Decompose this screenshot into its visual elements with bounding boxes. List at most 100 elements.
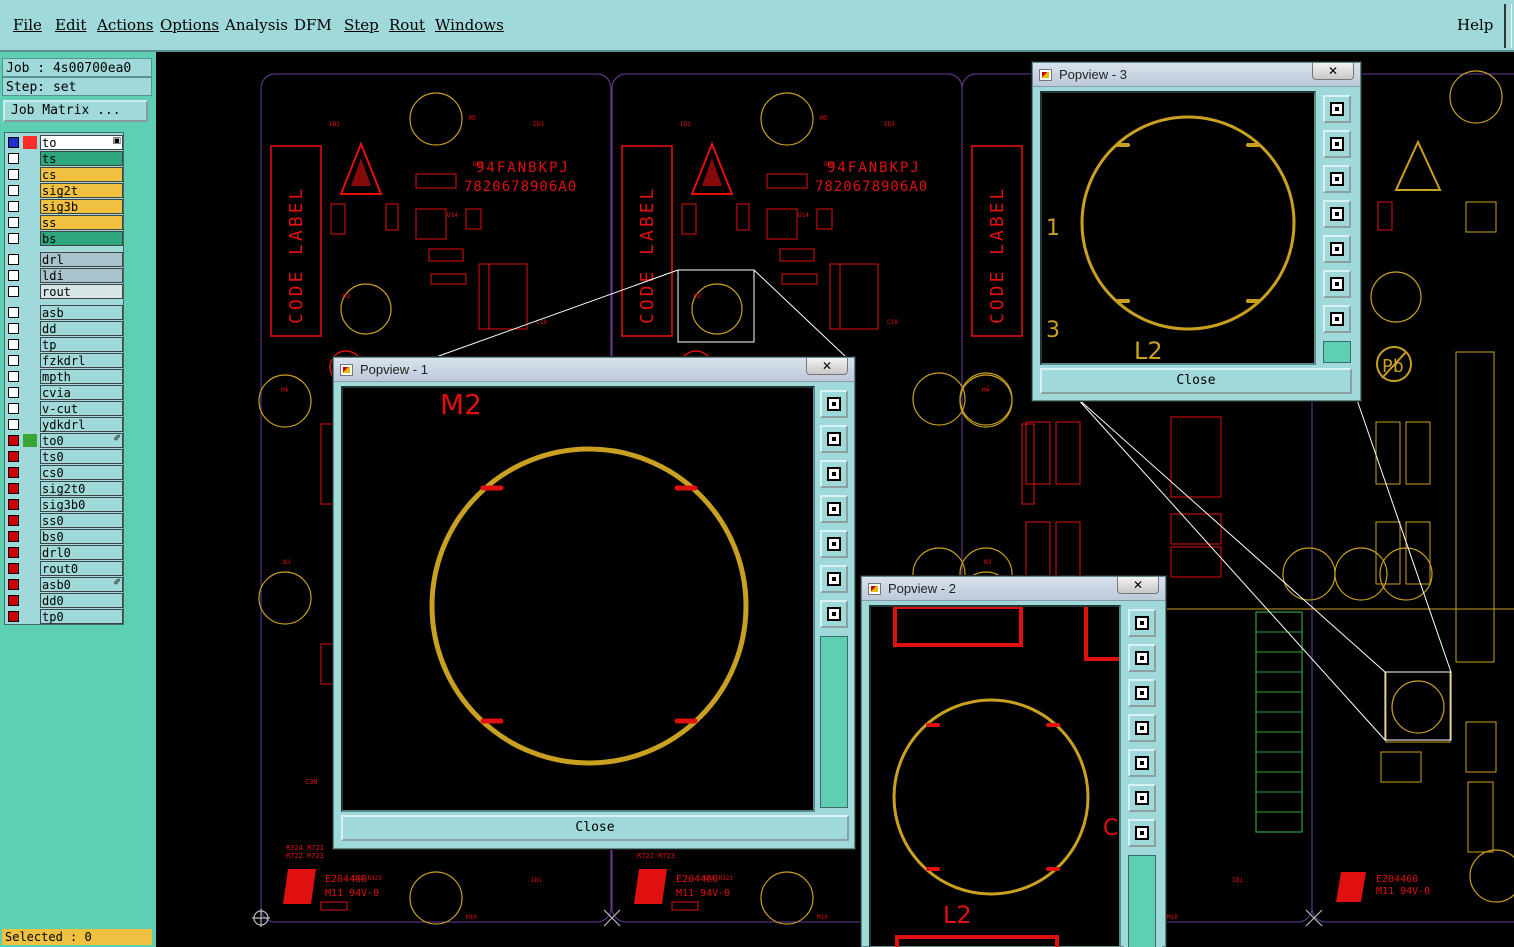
popview-1-close-button[interactable]: Close: [341, 815, 849, 841]
menu-options[interactable]: Options: [160, 16, 219, 34]
layer-row[interactable]: dd: [5, 321, 123, 336]
layer-name[interactable]: bs: [40, 231, 123, 246]
layer-visibility-checkbox[interactable]: [8, 563, 19, 574]
layer-name[interactable]: fzkdrl: [40, 353, 123, 368]
layer-row[interactable]: drl0: [5, 545, 123, 560]
layer-row[interactable]: ydkdrl: [5, 417, 123, 432]
popview-1-window[interactable]: Popview - 1 ✕ M2 Close: [333, 357, 855, 849]
layer-visibility-checkbox[interactable]: [8, 169, 19, 180]
layer-name[interactable]: tp: [40, 337, 123, 352]
menu-help[interactable]: Help: [1457, 16, 1493, 34]
layer-name[interactable]: rout0: [40, 561, 123, 576]
layer-name[interactable]: cs: [40, 167, 123, 182]
layer-name[interactable]: asb: [40, 305, 123, 320]
layer-visibility-checkbox[interactable]: [8, 201, 19, 212]
popview-1-view[interactable]: M2: [341, 386, 815, 812]
layer-row[interactable]: sig2t: [5, 183, 123, 198]
close-icon[interactable]: ✕: [1117, 577, 1159, 594]
layer-visibility-checkbox[interactable]: [8, 371, 19, 382]
layer-name[interactable]: ldi: [40, 268, 123, 283]
layer-row[interactable]: dd0: [5, 593, 123, 608]
zoom-out-button[interactable]: [1323, 305, 1351, 333]
layer-name[interactable]: sig2t: [40, 183, 123, 198]
layer-row[interactable]: to ▣: [5, 135, 123, 150]
layer-row[interactable]: sig3b: [5, 199, 123, 214]
layer-name[interactable]: drl: [40, 252, 123, 267]
layer-name[interactable]: ss0: [40, 513, 123, 528]
pan-down-button[interactable]: [1128, 679, 1156, 707]
pan-up-button[interactable]: [820, 425, 848, 453]
layer-visibility-checkbox[interactable]: [8, 531, 19, 542]
layer-name[interactable]: to: [40, 135, 123, 150]
pan-up-button[interactable]: [1323, 130, 1351, 158]
layer-visibility-checkbox[interactable]: [8, 185, 19, 196]
layer-visibility-checkbox[interactable]: [8, 217, 19, 228]
layer-row[interactable]: bs: [5, 231, 123, 246]
layer-visibility-checkbox[interactable]: [8, 515, 19, 526]
layer-visibility-checkbox[interactable]: [8, 499, 19, 510]
layer-name[interactable]: drl0: [40, 545, 123, 560]
menu-edit[interactable]: Edit: [55, 16, 86, 34]
popview-3-titlebar[interactable]: Popview - 3 ✕: [1033, 63, 1360, 87]
popview-1-titlebar[interactable]: Popview - 1 ✕: [334, 358, 854, 382]
layer-visibility-checkbox[interactable]: [8, 339, 19, 350]
layer-name[interactable]: cvia: [40, 385, 123, 400]
layer-row[interactable]: ts0: [5, 449, 123, 464]
layer-visibility-checkbox[interactable]: [8, 579, 19, 590]
zoom-home-button[interactable]: [1323, 95, 1351, 123]
layer-row[interactable]: v-cut: [5, 401, 123, 416]
zoom-home-button[interactable]: [1128, 609, 1156, 637]
layer-row[interactable]: cs0: [5, 465, 123, 480]
layer-visibility-checkbox[interactable]: [8, 233, 19, 244]
menu-dfm[interactable]: DFM: [294, 16, 332, 34]
layer-name[interactable]: cs0: [40, 465, 123, 480]
layer-name[interactable]: tp0: [40, 609, 123, 624]
layer-name[interactable]: dd0: [40, 593, 123, 608]
layer-name[interactable]: ydkdrl: [40, 417, 123, 432]
menu-analysis[interactable]: Analysis: [225, 16, 288, 34]
layer-name[interactable]: sig3b0: [40, 497, 123, 512]
pan-right-button[interactable]: [1128, 749, 1156, 777]
layer-row[interactable]: tp0: [5, 609, 123, 624]
pan-down-button[interactable]: [1323, 165, 1351, 193]
layer-row[interactable]: ss0: [5, 513, 123, 528]
zoom-out-button[interactable]: [1128, 819, 1156, 847]
layer-row[interactable]: ss: [5, 215, 123, 230]
layer-row[interactable]: ldi: [5, 268, 123, 283]
layer-visibility-checkbox[interactable]: [8, 153, 19, 164]
pan-right-button[interactable]: [1323, 235, 1351, 263]
layer-visibility-checkbox[interactable]: [8, 387, 19, 398]
zoom-home-button[interactable]: [820, 390, 848, 418]
layer-row[interactable]: asb0 ✐: [5, 577, 123, 592]
layer-name[interactable]: ss: [40, 215, 123, 230]
layer-visibility-checkbox[interactable]: [8, 403, 19, 414]
layer-name[interactable]: mpth: [40, 369, 123, 384]
layer-visibility-checkbox[interactable]: [8, 270, 19, 281]
layer-name[interactable]: ts0: [40, 449, 123, 464]
layer-name[interactable]: sig2t0: [40, 481, 123, 496]
menu-windows[interactable]: Windows: [435, 16, 504, 34]
layer-row[interactable]: cs: [5, 167, 123, 182]
layer-row[interactable]: ts: [5, 151, 123, 166]
layer-name[interactable]: asb0: [40, 577, 123, 592]
layer-row[interactable]: rout: [5, 284, 123, 299]
layer-visibility-checkbox[interactable]: [8, 419, 19, 430]
layer-visibility-checkbox[interactable]: [8, 355, 19, 366]
popview-2-window[interactable]: Popview - 2 ✕ C L2: [861, 576, 1166, 947]
pan-up-button[interactable]: [1128, 644, 1156, 672]
popview-3-window[interactable]: Popview - 3 ✕ 1 3 L2 Close: [1032, 62, 1361, 401]
layer-row[interactable]: fzkdrl: [5, 353, 123, 368]
pan-right-button[interactable]: [820, 530, 848, 558]
layer-row[interactable]: bs0: [5, 529, 123, 544]
pan-down-button[interactable]: [820, 460, 848, 488]
layer-visibility-checkbox[interactable]: [8, 307, 19, 318]
layer-visibility-checkbox[interactable]: [8, 547, 19, 558]
layer-visibility-checkbox[interactable]: [8, 137, 19, 148]
pan-left-button[interactable]: [1323, 200, 1351, 228]
close-icon[interactable]: ✕: [1312, 63, 1354, 80]
layer-visibility-checkbox[interactable]: [8, 323, 19, 334]
layer-row[interactable]: rout0: [5, 561, 123, 576]
layer-visibility-checkbox[interactable]: [8, 467, 19, 478]
layer-name[interactable]: sig3b: [40, 199, 123, 214]
layer-row[interactable]: tp: [5, 337, 123, 352]
